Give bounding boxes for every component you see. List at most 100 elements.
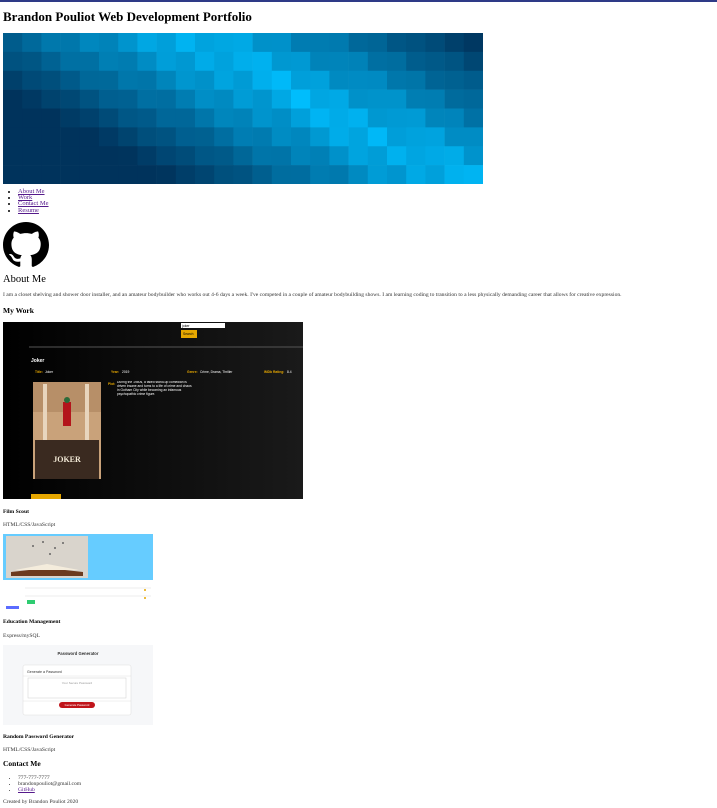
banner-tile (252, 165, 273, 184)
banner-tile (310, 127, 330, 147)
banner-tile (3, 127, 23, 147)
page-title: Brandon Pouliot Web Development Portfoli… (3, 9, 252, 24)
banner-tile (41, 127, 61, 147)
banner-tile (425, 89, 445, 109)
banner-tile (22, 127, 42, 147)
banner-tile (425, 146, 445, 166)
banner-tile (291, 127, 311, 147)
banner-tile (463, 89, 483, 109)
banner-tile (41, 33, 61, 53)
banner-tile (79, 127, 100, 147)
film-year-label: Year: (111, 370, 119, 374)
banner-tile (367, 89, 388, 109)
contact-list: 777-777-7777 brandonpouliot@gmail.com Gi… (3, 775, 81, 794)
banner-tile (99, 146, 119, 166)
banner-tile (425, 70, 445, 90)
banner-tile (79, 70, 100, 90)
banner-tile (156, 89, 177, 109)
banner-tile (214, 146, 234, 166)
banner-tile (22, 70, 42, 90)
banner-tile (137, 108, 157, 128)
banner-tile (329, 108, 349, 128)
banner-tile (463, 146, 483, 166)
banner-tile (195, 146, 215, 166)
banner-tile (195, 89, 215, 109)
banner-tile (41, 89, 61, 109)
banner-tile (444, 51, 465, 72)
banner-tile (60, 127, 81, 147)
film-scout-screenshot[interactable]: joker Search Joker Title: Joker Year: 20… (3, 322, 303, 499)
banner-tile (425, 165, 445, 184)
banner-tile (367, 51, 388, 72)
banner-tile (60, 146, 81, 166)
banner-tile (99, 165, 119, 184)
banner-tile (444, 127, 465, 147)
banner-tile (406, 165, 426, 184)
banner-tile (291, 165, 311, 184)
banner-tile (99, 33, 119, 53)
banner-tile (406, 146, 426, 166)
banner-tile (137, 89, 157, 109)
banner-tile (310, 165, 330, 184)
film-rating-value: 8.4 (287, 370, 292, 374)
banner-tile (137, 33, 157, 53)
banner-tile (60, 89, 81, 109)
github-link[interactable]: GitHub (18, 787, 35, 793)
banner-tile (156, 108, 177, 128)
banner-tile (310, 89, 330, 109)
film-plot-value: During the 1980s, a failed stand-up come… (117, 381, 192, 396)
banner-tile (348, 33, 369, 53)
banner-tile (79, 165, 100, 184)
banner-tile (444, 146, 465, 166)
banner-tile (118, 127, 138, 147)
banner-tile (60, 108, 81, 128)
banner-tile (79, 108, 100, 128)
banner-tile (252, 146, 273, 166)
banner-tile (425, 33, 445, 53)
banner-tile (329, 165, 349, 184)
banner-tile (444, 89, 465, 109)
film-search-button: Search (183, 332, 194, 336)
about-heading: About Me (3, 274, 46, 285)
banner-tile (310, 33, 330, 53)
banner-tile (233, 146, 253, 166)
banner-tile (214, 70, 234, 90)
banner-tile (175, 89, 196, 109)
banner-tile (22, 108, 42, 128)
banner-tile (348, 89, 369, 109)
banner-tile (463, 51, 483, 72)
nav-link-resume[interactable]: Resume (18, 207, 39, 214)
banner-tile (156, 70, 177, 90)
banner-tile (348, 108, 369, 128)
contact-heading: Contact Me (3, 759, 41, 768)
banner-tile (367, 127, 388, 147)
banner-tile (233, 70, 253, 90)
banner-tile (60, 70, 81, 90)
footer-text: Created by Brandon Pouliot 2020 (3, 799, 79, 805)
banner-tile (387, 108, 407, 128)
password-generator-screenshot[interactable]: Password Generator Generate a Password Y… (3, 645, 153, 725)
banner-tile (271, 70, 292, 90)
banner-tile (118, 51, 138, 72)
banner-tile (41, 51, 61, 72)
banner-tile (60, 165, 81, 184)
banner-tile (22, 165, 42, 184)
work-heading: My Work (3, 306, 34, 315)
banner-tile (195, 51, 215, 72)
project-name: Education Management (3, 619, 61, 625)
banner-tile (79, 89, 100, 109)
banner-tile (291, 33, 311, 53)
project-tech: HTML/CSS/JavaScript (3, 747, 56, 753)
github-icon[interactable] (3, 222, 49, 268)
pw-generate-button: Generate Password (65, 703, 90, 707)
banner-tile (271, 51, 292, 72)
education-management-screenshot[interactable] (3, 534, 153, 610)
banner-tile (156, 51, 177, 72)
banner-tile (252, 33, 273, 53)
banner-tile (387, 146, 407, 166)
banner-tile (41, 108, 61, 128)
banner-tile (233, 89, 253, 109)
banner-tile (406, 127, 426, 147)
banner-tile (291, 108, 311, 128)
banner-tile (271, 33, 292, 53)
